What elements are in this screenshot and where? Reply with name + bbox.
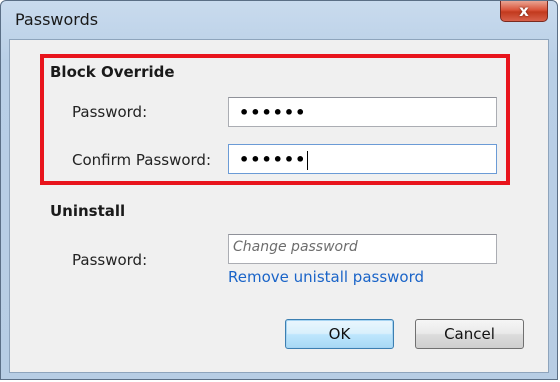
password-mask: •••••• <box>239 103 307 122</box>
block-override-heading: Block Override <box>50 63 175 81</box>
block-override-password-label: Password: <box>72 103 148 121</box>
remove-uninstall-password-link[interactable]: Remove unistall password <box>228 268 424 286</box>
close-button[interactable]: x <box>500 1 548 22</box>
confirm-password-label: Confirm Password: <box>72 151 212 169</box>
uninstall-password-label: Password: <box>72 251 148 269</box>
title-bar[interactable]: Passwords x <box>1 1 557 41</box>
uninstall-password-field[interactable]: Change password <box>228 234 497 264</box>
cancel-button[interactable]: Cancel <box>415 319 524 349</box>
block-override-password-field[interactable]: •••••• <box>228 97 497 127</box>
close-icon: x <box>519 2 529 20</box>
uninstall-password-placeholder: Change password <box>233 239 358 255</box>
confirm-password-field[interactable]: •••••• <box>228 144 497 174</box>
uninstall-heading: Uninstall <box>50 202 126 220</box>
window-title: Passwords <box>15 10 99 29</box>
confirm-password-mask: •••••• <box>239 150 309 170</box>
text-caret <box>307 151 309 170</box>
ok-button[interactable]: OK <box>285 319 394 349</box>
